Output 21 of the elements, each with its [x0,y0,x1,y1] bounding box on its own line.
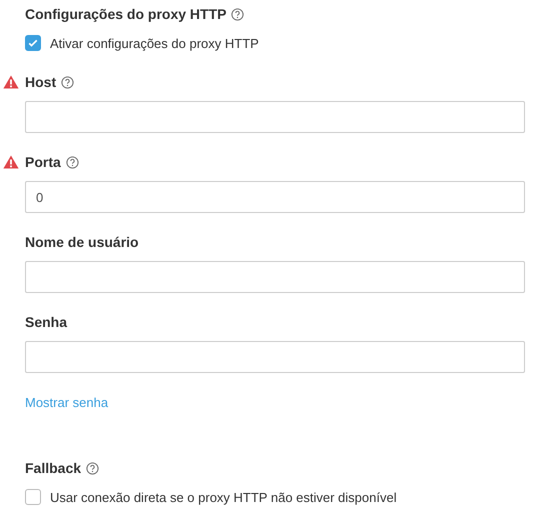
warning-icon [3,155,19,169]
help-icon[interactable] [61,76,74,88]
checkbox[interactable] [25,35,41,51]
input-field[interactable]: 0 [25,181,525,213]
check-icon [27,37,39,49]
field-label: Host [25,74,56,90]
field-label: Senha [25,314,68,330]
checkbox-label: Ativar configurações do proxy HTTP [50,36,259,50]
section-title: Configurações do proxy HTTP [25,6,226,22]
help-icon[interactable] [231,8,244,20]
section-title: Fallback [25,460,82,476]
input-field[interactable] [25,101,525,133]
checkbox[interactable] [25,489,41,505]
input-field[interactable] [25,261,525,293]
warning-icon [3,75,19,89]
help-icon[interactable] [66,156,79,168]
field-label: Nome de usuário [25,234,139,250]
checkbox-label: Usar conexão direta se o proxy HTTP não estiver disponível [50,490,397,504]
input-field[interactable] [25,341,525,373]
help-icon[interactable] [86,462,100,474]
field-label: Porta [25,154,61,170]
